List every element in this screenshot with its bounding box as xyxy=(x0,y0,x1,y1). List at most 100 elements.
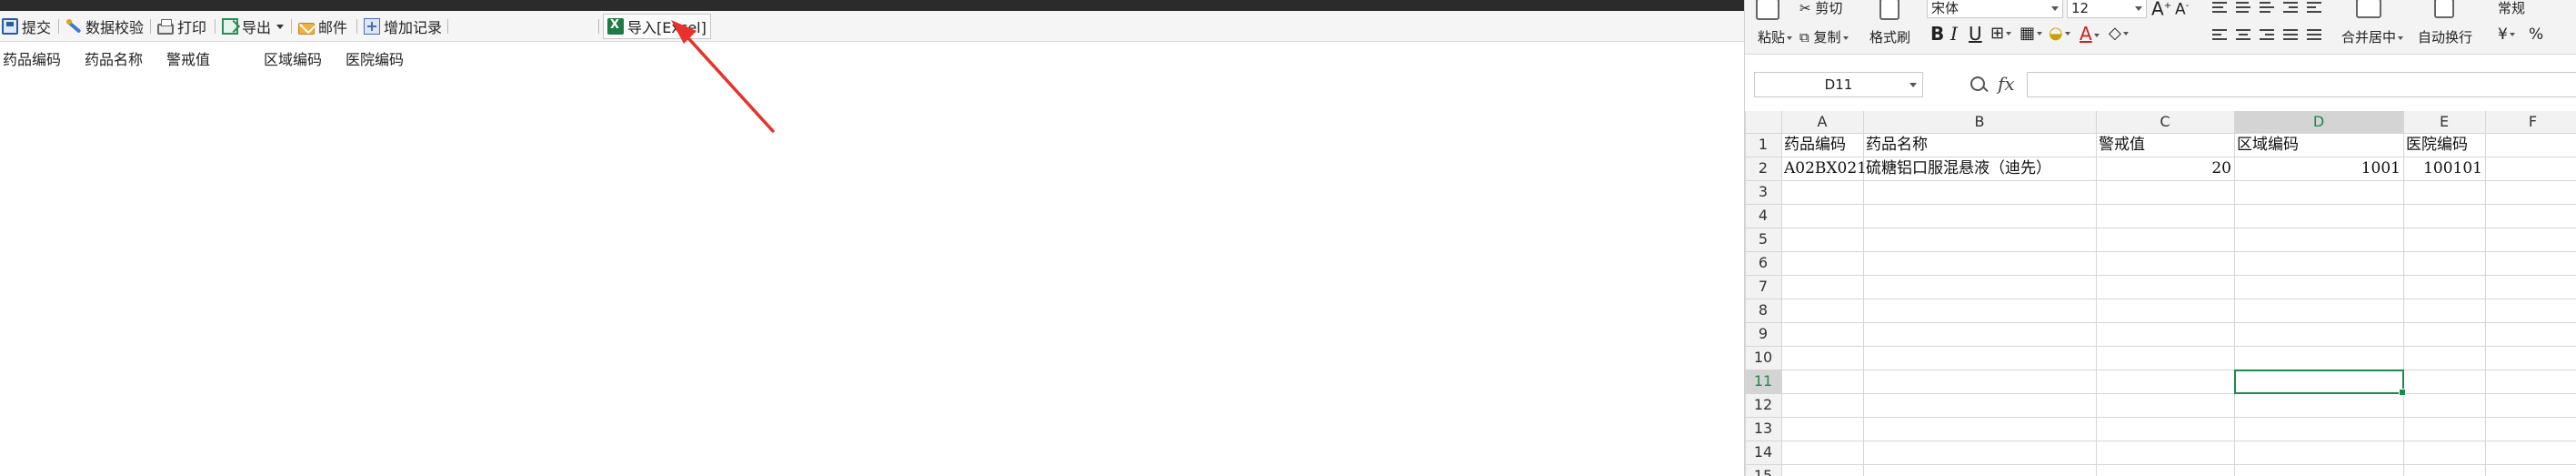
data-import-app: 提交 数据校验 打印 导出 邮件 增加记录 X 导入[Excel] 药品编码 药… xyxy=(0,0,1744,476)
row-header-11[interactable]: 11 xyxy=(1745,370,1781,393)
decrease-font-icon[interactable]: A- xyxy=(2175,0,2189,20)
underline-button[interactable]: U xyxy=(1969,24,1982,44)
row-header-6[interactable]: 6 xyxy=(1745,251,1781,275)
row-header-5[interactable]: 5 xyxy=(1745,228,1781,251)
align-center-icon[interactable] xyxy=(2236,29,2250,42)
brush-icon[interactable] xyxy=(1879,0,1899,20)
spreadsheet-app: 粘贴 ✂ 剪切 ⧉ 复制 格式刷 宋体 12 A+ A- B I U ⊞ ▦ ◒ xyxy=(1744,0,2576,476)
currency-button[interactable]: ¥ xyxy=(2498,25,2515,44)
paste-icon[interactable] xyxy=(1756,0,1779,20)
row-header-12[interactable]: 12 xyxy=(1745,393,1781,417)
italic-button[interactable]: I xyxy=(1950,24,1958,44)
row-header-4[interactable]: 4 xyxy=(1745,204,1781,228)
cell-b2[interactable]: 硫糖铝口服混悬液（迪先） xyxy=(1863,157,2096,180)
save-icon xyxy=(2,18,18,35)
wrap-text-icon[interactable] xyxy=(2434,0,2454,18)
cell-b1[interactable]: 药品名称 xyxy=(1863,133,2096,157)
grid-header-hospital-code[interactable]: 医院编码 xyxy=(346,47,404,69)
cut-button[interactable]: ✂ 剪切 xyxy=(1799,0,1842,17)
worksheet-grid[interactable]: ABCDEF 1 2 3 4 5 6 7 8 9 10 11 12 13 14 15 药品编码 药品名称 警戒值… xyxy=(1745,111,2576,476)
cell-style-icon[interactable]: ▦ xyxy=(2020,24,2043,44)
validate-button[interactable]: 数据校验 xyxy=(65,11,144,42)
wrap-text-button[interactable]: 自动换行 xyxy=(2418,27,2472,46)
cut-label: 剪切 xyxy=(1815,0,1843,16)
toolbar-divider xyxy=(447,19,448,34)
font-name-select[interactable]: 宋体 xyxy=(1927,0,2063,18)
column-header-f[interactable]: F xyxy=(2485,111,2576,133)
font-size-value: 12 xyxy=(2071,0,2090,16)
font-color-icon[interactable]: A xyxy=(2080,24,2100,44)
copy-button[interactable]: ⧉ 复制 xyxy=(1799,27,1849,46)
row-header-7[interactable]: 7 xyxy=(1745,275,1781,299)
outdent-icon[interactable] xyxy=(2283,2,2298,15)
row-header-8[interactable]: 8 xyxy=(1745,299,1781,322)
cell-d2[interactable]: 1001 xyxy=(2234,157,2403,180)
row-header-14[interactable]: 14 xyxy=(1745,441,1781,464)
mail-button[interactable]: 邮件 xyxy=(298,11,347,42)
cell-e2[interactable]: 100101 xyxy=(2403,157,2485,180)
column-header-c[interactable]: C xyxy=(2096,111,2234,133)
eraser-icon[interactable]: ◇ xyxy=(2109,24,2129,44)
row-header-13[interactable]: 13 xyxy=(1745,417,1781,441)
merge-center-button[interactable]: 合并居中 xyxy=(2341,27,2404,46)
row-header-2[interactable]: 2 xyxy=(1745,157,1781,180)
grid-header-drug-name[interactable]: 药品名称 xyxy=(85,47,143,69)
justify-icon[interactable] xyxy=(2283,29,2298,42)
chevron-down-icon xyxy=(2051,6,2059,11)
column-header-e[interactable]: E xyxy=(2403,111,2485,133)
increase-font-icon[interactable]: A+ xyxy=(2151,0,2171,19)
column-header-b[interactable]: B xyxy=(1863,111,2096,133)
cell-e1[interactable]: 医院编码 xyxy=(2403,133,2485,157)
align-left-icon[interactable] xyxy=(2212,29,2227,42)
scissors-icon: ✂ xyxy=(1799,0,1811,16)
formula-input[interactable] xyxy=(2027,72,2576,97)
bold-button[interactable]: B xyxy=(1930,24,1944,44)
column-header-a[interactable]: A xyxy=(1781,111,1863,133)
mail-label: 邮件 xyxy=(318,19,348,36)
copy-icon: ⧉ xyxy=(1799,29,1809,46)
grid-header-drug-code[interactable]: 药品编码 xyxy=(3,47,61,69)
grid-header-region-code[interactable]: 区域编码 xyxy=(264,47,322,69)
row-header-10[interactable]: 10 xyxy=(1745,346,1781,370)
format-painter-label: 格式刷 xyxy=(1869,29,1911,46)
align-bottom-icon[interactable] xyxy=(2260,2,2274,15)
align-middle-icon[interactable] xyxy=(2236,2,2250,15)
cell-a1[interactable]: 药品编码 xyxy=(1781,133,1863,157)
cell-c2[interactable]: 20 xyxy=(2096,157,2234,180)
indent-icon[interactable] xyxy=(2307,2,2321,15)
merge-cells-icon[interactable] xyxy=(2356,0,2381,18)
copy-label: 复制 xyxy=(1813,29,1841,46)
cell-a2[interactable]: A02BX0211 xyxy=(1781,157,1867,180)
fx-icon[interactable]: fx xyxy=(1998,73,2015,95)
distributed-icon[interactable] xyxy=(2307,29,2321,42)
paste-button[interactable]: 粘贴 xyxy=(1758,27,1793,46)
submit-label: 提交 xyxy=(22,19,52,36)
chevron-down-icon xyxy=(1909,83,1917,87)
fill-color-icon[interactable]: ◒ xyxy=(2049,24,2070,44)
cell-c1[interactable]: 警戒值 xyxy=(2096,133,2234,157)
toolbar-divider xyxy=(215,19,216,34)
print-button[interactable]: 打印 xyxy=(157,11,206,42)
percent-button[interactable]: % xyxy=(2529,25,2543,44)
zoom-icon[interactable] xyxy=(1970,76,1985,91)
row-header-1[interactable]: 1 xyxy=(1745,133,1781,157)
align-top-icon[interactable] xyxy=(2212,2,2227,15)
name-box[interactable]: D11 xyxy=(1754,72,1923,97)
row-header-15[interactable]: 15 xyxy=(1745,464,1781,476)
import-excel-button[interactable]: 导入[Excel] xyxy=(603,14,711,39)
row-header-9[interactable]: 9 xyxy=(1745,322,1781,346)
chevron-down-icon xyxy=(2064,32,2070,35)
number-format-select[interactable]: 常规 xyxy=(2498,0,2525,17)
grid-header-row: 药品编码 药品名称 警戒值 区域编码 医院编码 xyxy=(0,47,546,69)
column-header-d[interactable]: D xyxy=(2234,111,2403,133)
submit-button[interactable]: 提交 xyxy=(2,11,51,42)
export-dropdown-button[interactable]: 导出 xyxy=(222,11,285,42)
align-right-icon[interactable] xyxy=(2260,29,2274,42)
font-size-select[interactable]: 12 xyxy=(2067,0,2147,18)
add-record-button[interactable]: 增加记录 xyxy=(364,11,442,42)
cell-d1[interactable]: 区域编码 xyxy=(2234,133,2403,157)
grid-header-alert-value[interactable]: 警戒值 xyxy=(166,47,210,69)
format-painter-button[interactable]: 格式刷 xyxy=(1869,27,1910,46)
borders-icon[interactable]: ⊞ xyxy=(1990,24,2012,44)
row-header-3[interactable]: 3 xyxy=(1745,180,1781,204)
